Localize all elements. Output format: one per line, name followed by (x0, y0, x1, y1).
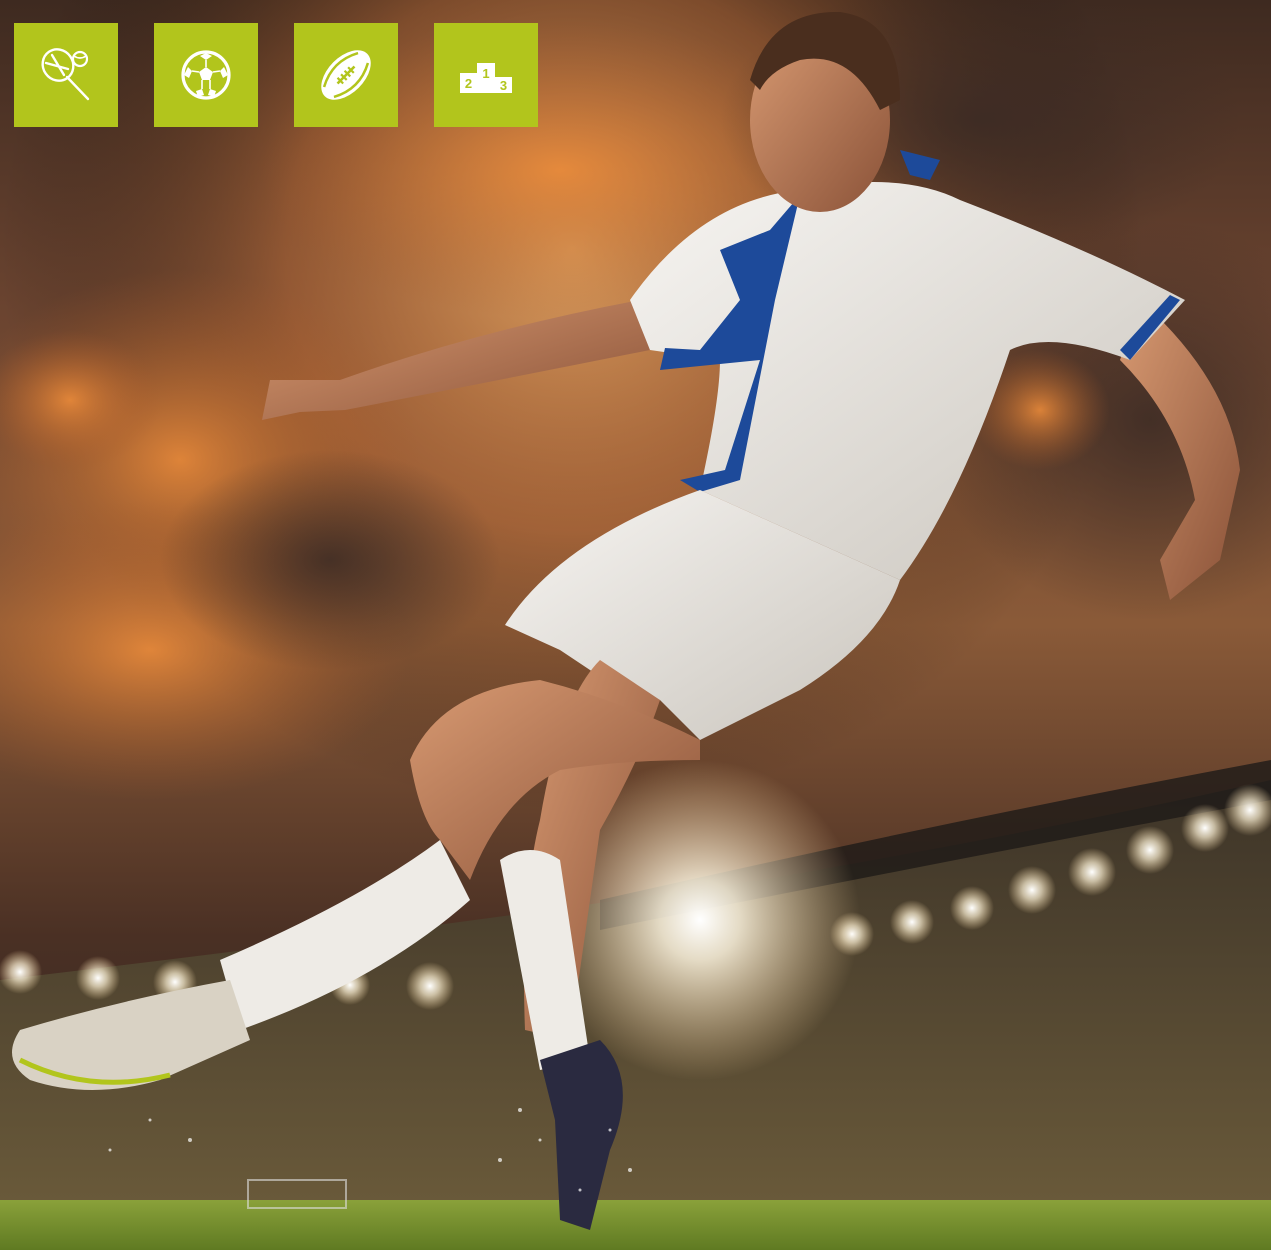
american-football-icon (321, 50, 371, 100)
podium-place-3: 3 (500, 78, 507, 93)
podium-place-1: 1 (482, 66, 489, 81)
podium-tile[interactable]: 2 1 3 (434, 23, 538, 127)
sport-icon-row: 2 1 3 (0, 0, 1271, 140)
podium-icon: 2 1 3 (460, 63, 512, 93)
american-football-tile[interactable] (294, 23, 398, 127)
tennis-icon (41, 48, 90, 101)
hero-photo (0, 0, 1271, 1250)
podium-place-2: 2 (465, 76, 472, 91)
soccer-ball-icon (181, 50, 231, 100)
tennis-tile[interactable] (14, 23, 118, 127)
soccer-tile[interactable] (154, 23, 258, 127)
